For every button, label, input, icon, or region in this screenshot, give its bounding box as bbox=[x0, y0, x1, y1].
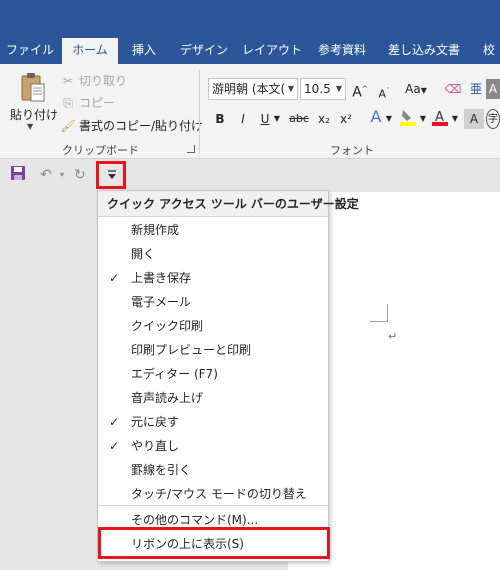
copy-button[interactable]: ⎘ コピー bbox=[60, 94, 115, 111]
menu-item-label: やり直し bbox=[131, 439, 180, 453]
superscript-button[interactable]: x² bbox=[336, 109, 356, 129]
customize-quick-access-button[interactable] bbox=[96, 161, 126, 189]
chevron-down-icon[interactable]: ▾ bbox=[52, 165, 72, 185]
menu-divider bbox=[99, 505, 327, 506]
save-icon[interactable] bbox=[8, 165, 28, 185]
menu-item-print-preview[interactable]: 印刷プレビューと印刷 bbox=[98, 338, 328, 362]
font-size-combo[interactable]: 10.5 ▼ bbox=[300, 78, 346, 100]
strikethrough-button[interactable]: abc bbox=[286, 109, 312, 129]
character-shading-icon[interactable]: A bbox=[464, 109, 484, 129]
font-group-label: フォント bbox=[330, 144, 374, 157]
tab-layout[interactable]: レイアウト bbox=[242, 38, 302, 64]
menu-item-undo[interactable]: ✓ 元に戻す bbox=[98, 410, 328, 434]
menu-item-open[interactable]: 開く bbox=[98, 242, 328, 266]
menu-item-label: 印刷プレビューと印刷 bbox=[131, 343, 252, 357]
customize-quick-access-menu: クイック アクセス ツール バーのユーザー設定 新規作成 開く ✓ 上書き保存 電… bbox=[97, 190, 359, 562]
enclose-characters-icon[interactable]: 字 bbox=[486, 109, 500, 129]
menu-item-editor[interactable]: エディター (F7) bbox=[98, 362, 328, 386]
menu-item-save[interactable]: ✓ 上書き保存 bbox=[98, 266, 328, 290]
chevron-down-icon[interactable]: ▼ bbox=[418, 109, 428, 129]
menu-item-label: 電子メール bbox=[131, 295, 192, 309]
font-name-value: 游明朝 (本文( bbox=[212, 82, 286, 96]
tab-review-partial[interactable]: 校 bbox=[478, 38, 500, 64]
paste-button[interactable]: 貼り付け bbox=[10, 106, 58, 123]
menu-item-label: タッチ/マウス モードの切り替え bbox=[131, 487, 307, 501]
redo-icon[interactable]: ↻ bbox=[70, 165, 90, 185]
format-painter-button[interactable]: 🖌 書式のコピー/貼り付け bbox=[60, 117, 203, 134]
grow-font-icon[interactable]: A^ bbox=[350, 79, 370, 101]
clipboard-dialog-launcher[interactable] bbox=[187, 145, 195, 153]
menu-item-label: クイック印刷 bbox=[131, 319, 204, 333]
chevron-down-icon: ▼ bbox=[287, 84, 294, 93]
tab-mailings[interactable]: 差し込み文書 bbox=[384, 38, 464, 64]
quick-access-toolbar: ↶ ▾ ↻ bbox=[0, 160, 500, 190]
font-size-value: 10.5 bbox=[304, 82, 331, 96]
text-effects-icon[interactable]: A bbox=[366, 107, 386, 127]
check-icon: ✓ bbox=[109, 439, 120, 453]
font-name-combo[interactable]: 游明朝 (本文( ▼ bbox=[208, 78, 298, 100]
menu-item-redo[interactable]: ✓ やり直し bbox=[98, 434, 328, 458]
tab-home[interactable]: ホーム bbox=[62, 38, 118, 64]
bold-button[interactable]: B bbox=[210, 109, 230, 129]
paste-dropdown-arrow[interactable]: ▼ bbox=[27, 122, 33, 131]
customize-dropdown-icon bbox=[108, 170, 116, 179]
menu-item-quick-print[interactable]: クイック印刷 bbox=[98, 314, 328, 338]
clipboard-group-label: クリップボード bbox=[62, 144, 139, 157]
paste-icon[interactable] bbox=[20, 72, 46, 104]
tab-insert[interactable]: 挿入 bbox=[124, 38, 164, 64]
menu-item-label: 上書き保存 bbox=[131, 271, 192, 285]
menu-item-label: 元に戻す bbox=[131, 415, 180, 429]
group-separator bbox=[199, 70, 200, 154]
cut-button[interactable]: ✂ 切り取り bbox=[60, 72, 127, 89]
font-color-icon[interactable]: A bbox=[430, 107, 450, 127]
subscript-button[interactable]: x₂ bbox=[314, 109, 334, 129]
chevron-down-icon: ▼ bbox=[335, 84, 342, 93]
scissors-icon: ✂ bbox=[62, 73, 74, 88]
menu-item-read-aloud[interactable]: 音声読み上げ bbox=[98, 386, 328, 410]
clear-formatting-icon[interactable]: ⌫ bbox=[443, 79, 463, 99]
change-case-button[interactable]: Aa▼ bbox=[402, 79, 430, 99]
paragraph-mark: ↵ bbox=[388, 330, 398, 343]
menu-item-label: 開く bbox=[131, 247, 156, 261]
italic-button[interactable]: I bbox=[233, 109, 253, 129]
margin-corner-mark bbox=[370, 304, 388, 322]
check-icon: ✓ bbox=[109, 415, 120, 429]
chevron-down-icon[interactable]: ▼ bbox=[450, 109, 460, 129]
format-painter-icon: 🖌 bbox=[60, 118, 76, 133]
menu-item-touch-mouse-mode[interactable]: タッチ/マウス モードの切り替え bbox=[98, 482, 328, 506]
shrink-font-icon[interactable]: Aˇ bbox=[374, 81, 394, 101]
menu-item-draw-table[interactable]: 罫線を引く bbox=[98, 458, 328, 482]
tab-design[interactable]: デザイン bbox=[176, 38, 232, 64]
title-bar bbox=[0, 0, 500, 38]
chevron-down-icon[interactable]: ▼ bbox=[384, 109, 394, 129]
format-painter-label: 書式のコピー/貼り付け bbox=[79, 119, 204, 133]
menu-item-label: 新規作成 bbox=[131, 223, 180, 237]
highlight-color-icon[interactable] bbox=[398, 107, 418, 127]
menu-header: クイック アクセス ツール バーのユーザー設定 bbox=[98, 191, 359, 217]
character-border-icon[interactable]: A bbox=[486, 79, 500, 99]
menu-item-label: 罫線を引く bbox=[131, 463, 192, 477]
change-case-label: Aa bbox=[405, 82, 421, 96]
highlight-box bbox=[98, 527, 330, 559]
tab-references[interactable]: 参考資料 bbox=[312, 38, 372, 64]
copy-icon: ⎘ bbox=[63, 95, 73, 110]
chevron-down-icon[interactable]: ▼ bbox=[272, 109, 282, 129]
copy-label: コピー bbox=[79, 96, 116, 110]
phonetic-guide-icon[interactable]: 亜 bbox=[466, 79, 486, 99]
check-icon: ✓ bbox=[109, 271, 120, 285]
menu-item-label: 音声読み上げ bbox=[131, 391, 204, 405]
menu-item-new[interactable]: 新規作成 bbox=[98, 218, 328, 242]
menu-item-label: エディター (F7) bbox=[131, 367, 218, 381]
ribbon: 貼り付け ▼ ✂ 切り取り ⎘ コピー 🖌 書式のコピー/貼り付け クリップボー… bbox=[0, 64, 500, 159]
menu-item-label: その他のコマンド(M)... bbox=[131, 513, 259, 527]
ribbon-tab-bar: ファイル ホーム 挿入 デザイン レイアウト 参考資料 差し込み文書 校 bbox=[0, 38, 500, 64]
menu-item-email[interactable]: 電子メール bbox=[98, 290, 328, 314]
cut-label: 切り取り bbox=[79, 74, 128, 88]
tab-file[interactable]: ファイル bbox=[4, 38, 56, 64]
